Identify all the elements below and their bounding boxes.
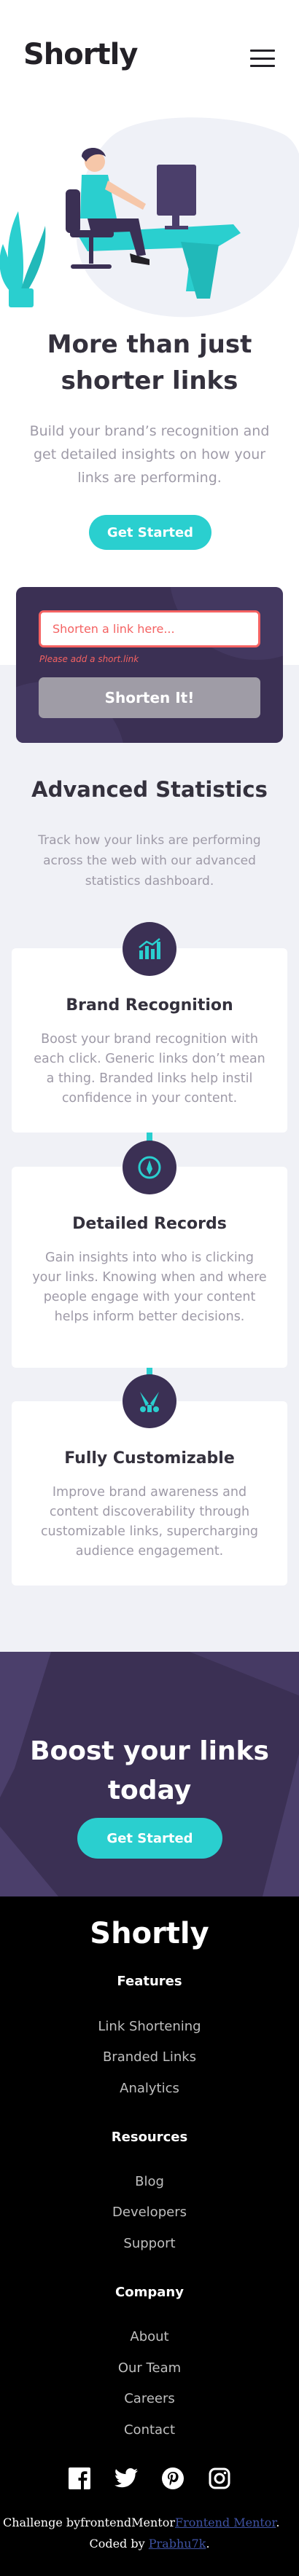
footer-link-our-team[interactable]: Our Team xyxy=(0,2360,299,2376)
detailed-records-icon xyxy=(123,1141,176,1194)
attribution-line: Challenge byfrontendMentorFrontend Mento… xyxy=(3,2516,280,2529)
fully-customizable-icon xyxy=(123,1374,176,1428)
shorten-button[interactable]: Shorten It! xyxy=(39,677,260,718)
footer-logo[interactable]: Shortly xyxy=(0,1917,299,1950)
footer-resources-heading: Resources xyxy=(111,2130,188,2145)
attribution-mentor-text: frontendMentor xyxy=(80,2516,175,2529)
social-links xyxy=(0,2465,299,2492)
footer-link-analytics[interactable]: Analytics xyxy=(0,2081,299,2096)
statistics-title: Advanced Statistics xyxy=(31,777,268,802)
hamburger-menu-icon[interactable] xyxy=(250,50,275,67)
shorten-form: Shorten a link here... Please add a shor… xyxy=(16,587,283,743)
card-title: Detailed Records xyxy=(72,1215,227,1233)
twitter-icon[interactable] xyxy=(112,2465,140,2492)
feature-card: Detailed Records Gain insights into who … xyxy=(12,1167,287,1368)
footer: Shortly Features Link Shortening Branded… xyxy=(0,1896,299,2576)
card-text: Gain insights into who is clicking your … xyxy=(32,1250,267,1324)
card-title: Brand Recognition xyxy=(66,996,233,1015)
card-text: Improve brand awareness and content disc… xyxy=(40,1485,259,1559)
boost-get-started-button[interactable]: Get Started xyxy=(77,1818,222,1859)
instagram-icon[interactable] xyxy=(206,2465,233,2492)
hero-subtitle: Build your brand’s recognition and get d… xyxy=(29,423,270,486)
facebook-icon[interactable] xyxy=(66,2465,93,2492)
boost-title: Boost your links today xyxy=(30,1736,269,1805)
get-started-button[interactable]: Get Started xyxy=(89,515,211,550)
footer-link-link-shortening[interactable]: Link Shortening xyxy=(0,2019,299,2034)
author-link[interactable]: Prabhu7k xyxy=(149,2537,206,2551)
boost-section: Boost your links today Get Started xyxy=(0,1652,299,1896)
logo[interactable]: Shortly xyxy=(23,38,138,71)
footer-link-careers[interactable]: Careers xyxy=(0,2391,299,2406)
footer-link-blog[interactable]: Blog xyxy=(0,2174,299,2189)
footer-link-branded-links[interactable]: Branded Links xyxy=(0,2049,299,2065)
footer-link-contact[interactable]: Contact xyxy=(0,2422,299,2438)
shorten-link-input[interactable]: Shorten a link here... xyxy=(39,610,260,647)
hero-title: More than just shorter links xyxy=(47,330,252,395)
feature-card: Fully Customizable Improve brand awarene… xyxy=(12,1401,287,1586)
coded-by-line: Coded by Prabhu7k. xyxy=(89,2537,210,2551)
hero-illustration xyxy=(0,117,299,318)
footer-link-support[interactable]: Support xyxy=(0,2236,299,2251)
footer-company-heading: Company xyxy=(115,2285,184,2300)
header: Shortly xyxy=(0,0,299,117)
card-text: Boost your brand recognition with each c… xyxy=(34,1032,265,1106)
coded-by-prefix: Coded by xyxy=(89,2537,145,2551)
footer-link-about[interactable]: About xyxy=(0,2329,299,2344)
card-title: Fully Customizable xyxy=(64,1449,235,1468)
frontend-mentor-link[interactable]: Frontend Mentor xyxy=(175,2516,276,2529)
brand-recognition-icon xyxy=(123,922,176,976)
attribution-prefix: Challenge by xyxy=(3,2516,81,2529)
shorten-error-message: Please add a short.link xyxy=(39,654,139,664)
footer-features-heading: Features xyxy=(117,1974,182,1989)
footer-link-developers[interactable]: Developers xyxy=(0,2205,299,2220)
pinterest-icon[interactable] xyxy=(159,2465,187,2492)
statistics-subtitle: Track how your links are performing acro… xyxy=(38,833,261,889)
